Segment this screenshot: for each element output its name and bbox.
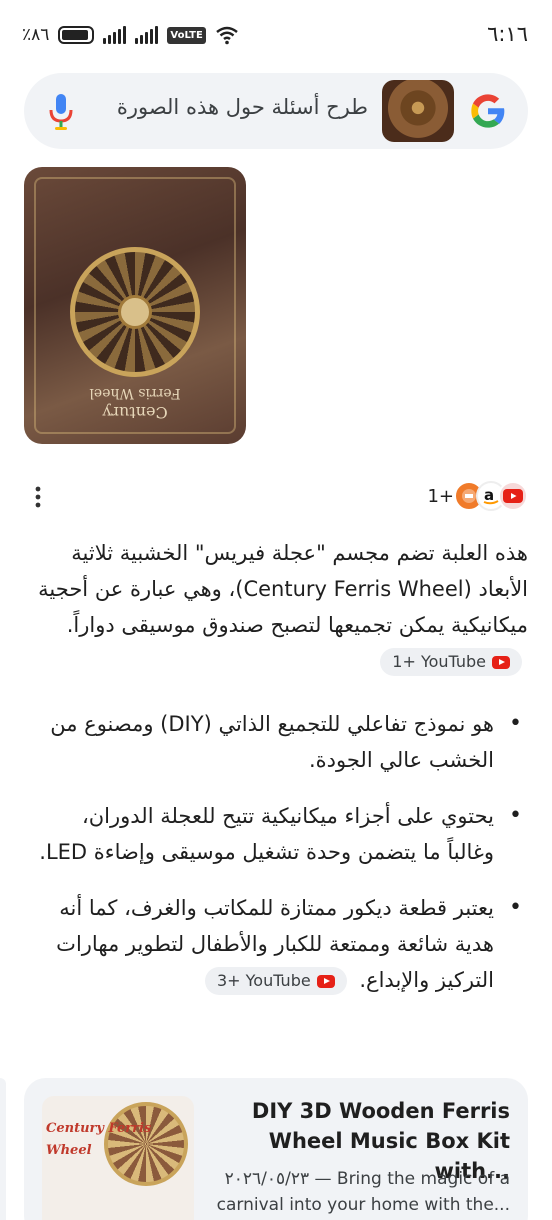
list-item: يحتوي على أجزاء ميكانيكية تتيح للعجلة ال… [18,798,528,870]
previous-card-edge[interactable] [0,1078,6,1220]
bullet-text: هو نموذج تفاعلي للتجميع الذاتي (DIY) ومص… [50,712,494,772]
card-thumbnail: Century Ferris Wheel [42,1096,194,1220]
bullet-text: يحتوي على أجزاء ميكانيكية تتيح للعجلة ال… [39,804,494,864]
signal-icon [103,26,127,44]
status-icons: ٪٨٦ VoLTE [22,22,239,48]
youtube-icon [492,655,510,669]
battery-percent: ٪٨٦ [22,25,50,45]
youtube-source-icon[interactable] [498,481,528,511]
list-item: يعتبر قطعة ديكور ممتازة للمكاتب والغرف، … [18,890,528,998]
sources-count[interactable]: 1+ [427,486,454,507]
answer-paragraph: هذه العلبة تضم مجسم "عجلة فيريس" الخشبية… [18,535,528,679]
source-card[interactable]: Century Ferris Wheel DIY 3D Wooden Ferri… [24,1078,528,1220]
query-image[interactable]: Century Ferris Wheel [24,167,246,444]
search-bar[interactable]: طرح أسئلة حول هذه الصورة [24,73,528,149]
status-time: ٦:١٦ [487,22,528,46]
search-input[interactable]: طرح أسئلة حول هذه الصورة [117,95,368,119]
box-title-line1: Century [102,403,168,422]
chip-label: 1+ YouTube [392,652,486,671]
box-title-line2: Ferris Wheel [89,385,181,401]
search-image-thumbnail[interactable] [382,80,454,142]
answer-text: هذه العلبة تضم مجسم "عجلة فيريس" الخشبية… [38,541,528,637]
card-snippet: ٢٠٢٦/٠٥/٢٣ — Bring the magic of a carniv… [216,1169,510,1215]
source-badges[interactable]: a 1+ [427,481,528,511]
status-bar: ٪٨٦ VoLTE ٦:١٦ [0,0,552,70]
microphone-icon[interactable] [48,92,74,132]
ferris-wheel-hub [118,295,152,329]
youtube-citation-chip[interactable]: 3+ YouTube [204,967,347,995]
wifi-icon [216,26,238,45]
answer-bullet-list: هو نموذج تفاعلي للتجميع الذاتي (DIY) ومص… [18,706,528,1018]
volte-badge: VoLTE [167,26,206,44]
sources-row: a 1+ [24,481,528,513]
svg-text:a: a [484,486,494,504]
more-options-icon[interactable] [32,485,44,509]
battery-icon [58,26,95,44]
youtube-citation-chip[interactable]: 1+ YouTube [380,648,522,676]
list-item: هو نموذج تفاعلي للتجميع الذاتي (DIY) ومص… [18,706,528,778]
youtube-icon [316,974,335,988]
card-thumb-text: Century Ferris Wheel [46,1121,152,1158]
chip-label: 3+ YouTube [216,971,311,990]
google-logo-icon[interactable] [468,91,508,131]
signal-icon-sim2 [135,26,159,44]
